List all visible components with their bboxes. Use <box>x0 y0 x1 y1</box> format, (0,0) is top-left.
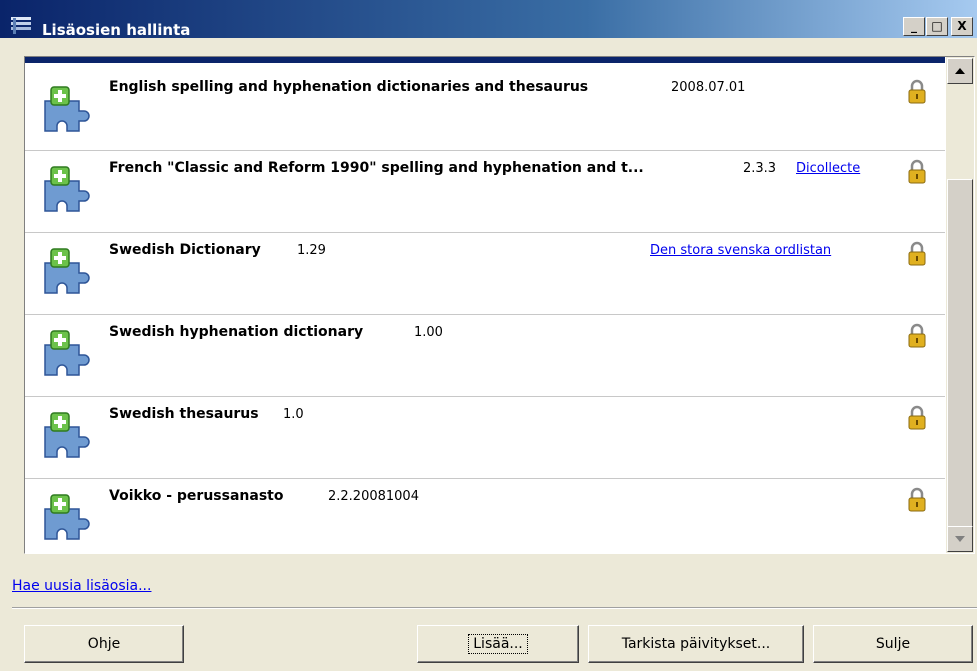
scroll-down-button[interactable] <box>947 526 973 552</box>
padlock-icon <box>908 159 926 184</box>
addon-title: Voikko - perussanasto <box>109 488 284 504</box>
scroll-up-button[interactable] <box>947 58 973 84</box>
addon-version: 1.00 <box>414 325 443 340</box>
vertical-scrollbar[interactable] <box>946 57 974 553</box>
title-bar[interactable]: Lisäosien hallinta _ □ X <box>0 0 977 39</box>
addon-list[interactable]: English spelling and hyphenation diction… <box>24 56 975 554</box>
close-button[interactable]: Sulje <box>813 625 973 663</box>
check-updates-button[interactable]: Tarkista päivitykset... <box>588 625 804 663</box>
addon-homepage-link[interactable]: Dicollecte <box>796 161 860 176</box>
addon-version: 2.2.20081004 <box>328 489 419 504</box>
padlock-icon <box>908 79 926 104</box>
separator <box>12 607 977 609</box>
addon-version: 2.3.3 <box>743 161 777 176</box>
addon-row[interactable]: Swedish hyphenation dictionary 1.00 <box>25 315 945 397</box>
add-button[interactable]: Lisää... <box>417 625 579 663</box>
maximize-button[interactable]: □ <box>926 17 948 36</box>
addon-manager-icon <box>11 17 31 34</box>
addon-homepage-link[interactable]: Den stora svenska ordlistan <box>650 243 831 258</box>
padlock-icon <box>908 241 926 266</box>
arrow-up-icon <box>955 68 965 74</box>
puzzle-plus-icon <box>44 494 90 540</box>
puzzle-plus-icon <box>44 330 90 376</box>
help-button-label: Ohje <box>87 636 121 652</box>
addon-row[interactable]: Voikko - perussanasto 2.2.20081004 <box>25 479 945 553</box>
check-updates-label: Tarkista päivitykset... <box>621 636 771 652</box>
add-button-label: Lisää... <box>468 634 528 654</box>
arrow-down-icon <box>955 536 965 542</box>
addon-version: 1.29 <box>297 243 326 258</box>
addon-row[interactable]: English spelling and hyphenation diction… <box>25 63 945 151</box>
padlock-icon <box>908 487 926 512</box>
close-window-button[interactable]: X <box>951 17 973 36</box>
addon-version: 2008.07.01 <box>671 80 746 95</box>
addon-title: English spelling and hyphenation diction… <box>109 79 589 95</box>
addon-version: 1.0 <box>283 407 304 422</box>
help-button[interactable]: Ohje <box>24 625 184 663</box>
get-more-addons-link[interactable]: Hae uusia lisäosia... <box>12 578 151 594</box>
addon-title: Swedish Dictionary <box>109 242 261 258</box>
addon-row[interactable]: Swedish Dictionary 1.29 Den stora svensk… <box>25 233 945 315</box>
scroll-thumb[interactable] <box>947 179 973 541</box>
padlock-icon <box>908 323 926 348</box>
addon-row[interactable]: French "Classic and Reform 1990" spellin… <box>25 151 945 233</box>
puzzle-plus-icon <box>44 412 90 458</box>
close-button-label: Sulje <box>875 636 911 652</box>
addon-title: Swedish thesaurus <box>109 406 259 422</box>
addon-title: French "Classic and Reform 1990" spellin… <box>109 160 644 176</box>
padlock-icon <box>908 405 926 430</box>
minimize-button[interactable]: _ <box>903 17 925 36</box>
puzzle-plus-icon <box>44 248 90 294</box>
addon-row[interactable]: Swedish thesaurus 1.0 <box>25 397 945 479</box>
window-title: Lisäosien hallinta <box>42 21 191 39</box>
puzzle-plus-icon <box>44 166 90 212</box>
addon-title: Swedish hyphenation dictionary <box>109 324 364 340</box>
puzzle-plus-icon <box>44 86 90 132</box>
